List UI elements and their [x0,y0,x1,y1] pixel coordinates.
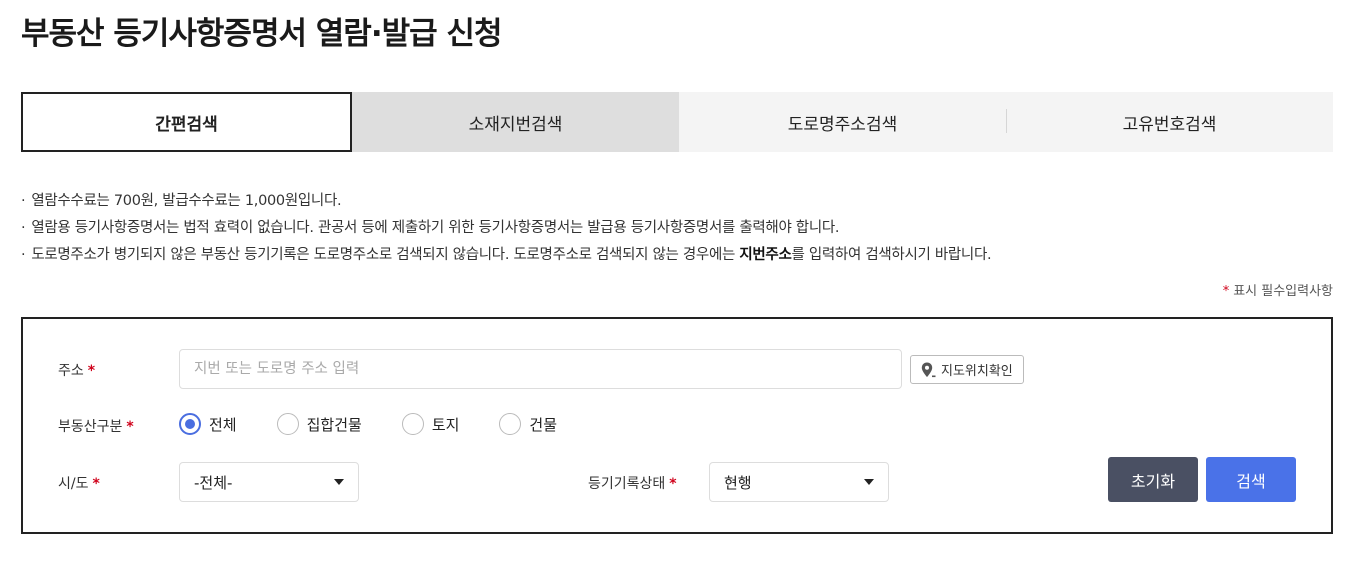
required-star: * [87,363,96,379]
required-star: * [92,476,100,492]
property-type-label-text: 부동산구분 [58,419,123,435]
radio-label: 전체 [209,415,237,434]
map-location-button-label: 지도위치확인 [941,364,1013,379]
required-star: * [126,419,134,435]
notice-road-address-text-1: 도로명주소가 병기되지 않은 부동산 등기기록은 도로명주소로 검색되지 않습니… [31,247,740,263]
tab-unique-number-search[interactable]: 고유번호검색 [1006,92,1333,152]
required-note-text: 표시 필수입력사항 [1233,284,1333,299]
radio-circle [179,413,201,435]
notice-fee: · 열람수수료는 700원, 발급수수료는 1,000원입니다. [21,188,1341,215]
radio-circle [276,413,299,435]
radio-circle [401,413,424,435]
radio-label: 토지 [431,415,460,434]
notice-road-address-text-2: 를 입력하여 검색하시기 바랍니다. [791,247,992,263]
record-status-select-value: 현행 [724,473,752,492]
radio-label: 집합건물 [306,415,362,434]
radio-property-collective-building[interactable]: 집합건물 [276,413,362,435]
notice-legal-effect: · 열람용 등기사항증명서는 법적 효력이 없습니다. 관공서 등에 제출하기 위… [21,215,1341,242]
page-title: 부동산 등기사항증명서 열람·발급 신청 [21,16,502,52]
property-type-radio-group: 전체 집합건물 토지 건물 [179,413,597,435]
tab-road-address-search[interactable]: 도로명주소검색 [679,92,1006,152]
required-field-note: * 표시 필수입력사항 [1223,280,1333,299]
notice-road-address: · 도로명주소가 병기되지 않은 부동산 등기기록은 도로명주소로 검색되지 않습… [21,242,1341,269]
record-status-label: 등기기록상태 * [588,473,677,493]
address-input[interactable] [179,349,902,389]
sido-label: 시/도 * [58,473,100,493]
bullet: · [21,193,26,209]
chevron-down-icon [334,479,344,485]
bullet: · [21,220,26,236]
record-status-select[interactable]: 현행 [709,462,889,502]
tab-simple-search[interactable]: 간편검색 [21,92,352,152]
search-button[interactable]: 검색 [1206,457,1296,502]
bullet: · [21,247,26,263]
notice-list: · 열람수수료는 700원, 발급수수료는 1,000원입니다. · 열람용 등기사… [21,188,1341,269]
notice-road-address-bold: 지번주소 [739,247,792,263]
record-status-label-text: 등기기록상태 [588,476,666,492]
radio-label: 건물 [529,415,558,434]
address-label-text: 주소 [58,363,84,379]
search-form: 주소* 지도위치확인 부동산구분* 전체 집합건물 토지 건물 시/도* [21,317,1333,534]
required-star: * [1222,284,1230,299]
radio-property-all[interactable]: 전체 [179,413,237,435]
radio-property-building[interactable]: 건물 [499,413,557,435]
map-pin-icon [919,361,937,379]
map-location-button[interactable]: 지도위치확인 [910,355,1024,384]
address-label: 주소 * [58,360,95,380]
reset-button[interactable]: 초기화 [1108,457,1198,502]
sido-select-value: -전체- [194,473,233,492]
radio-property-land[interactable]: 토지 [401,413,460,435]
required-star: * [669,476,677,492]
radio-circle [499,413,522,435]
property-type-label: 부동산구분 * [58,416,134,436]
chevron-down-icon [864,479,874,485]
notice-fee-text: 열람수수료는 700원, 발급수수료는 1,000원입니다. [31,193,342,209]
sido-label-text: 시/도 [58,476,89,492]
search-tabs: 간편검색 소재지번검색 도로명주소검색 고유번호검색 [21,92,1333,152]
notice-legal-effect-text: 열람용 등기사항증명서는 법적 효력이 없습니다. 관공서 등에 제출하기 위한… [31,220,840,236]
tab-lot-number-search[interactable]: 소재지번검색 [352,92,679,152]
sido-select[interactable]: -전체- [179,462,359,502]
